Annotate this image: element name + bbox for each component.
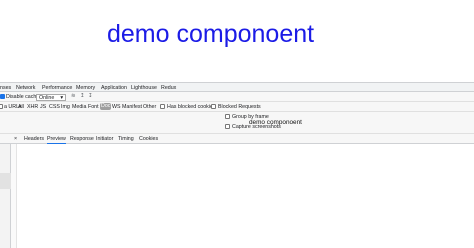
- wifi-icon[interactable]: ≋: [71, 92, 75, 100]
- filter-ws[interactable]: WS: [112, 103, 121, 111]
- devtools-panel: nses Network Performance Memory Applicat…: [0, 82, 474, 248]
- filter-doc-selected[interactable]: Doc: [100, 103, 112, 110]
- tab-preview[interactable]: Preview: [47, 135, 66, 144]
- filter-css[interactable]: CSS: [49, 103, 60, 111]
- filter-media[interactable]: Media: [72, 103, 86, 111]
- request-list[interactable]: [0, 144, 11, 248]
- tab-lighthouse[interactable]: Lighthouse: [131, 84, 157, 92]
- tab-application[interactable]: Application: [101, 84, 127, 92]
- filter-font[interactable]: Font: [88, 103, 99, 111]
- devtools-panel-tabs: nses Network Performance Memory Applicat…: [0, 82, 474, 93]
- network-toolbar: Disable cache Online ▾ ≋ ↥ ↧: [0, 92, 474, 102]
- tab-redux[interactable]: Redux: [161, 84, 176, 92]
- import-har-icon[interactable]: ↥: [80, 92, 84, 100]
- has-blocked-cookies-checkbox[interactable]: [160, 104, 165, 109]
- tab-response[interactable]: Response: [70, 135, 94, 143]
- tab-timing[interactable]: Timing: [118, 135, 134, 143]
- request-detail-tabs: × Headers Preview Response Initiator Tim…: [0, 134, 474, 144]
- group-by-frame-checkbox[interactable]: [225, 114, 230, 119]
- tab-memory[interactable]: Memory: [76, 84, 95, 92]
- throttling-select[interactable]: Online ▾: [36, 93, 66, 101]
- disable-cache-label: Disable cache: [6, 94, 40, 100]
- filter-other[interactable]: Other: [143, 103, 156, 111]
- preview-content: demo componoent: [249, 119, 302, 126]
- tab-cookies[interactable]: Cookies: [139, 135, 158, 143]
- filter-xhr[interactable]: XHR: [27, 103, 38, 111]
- capture-screenshots-checkbox[interactable]: [225, 124, 230, 129]
- export-har-icon[interactable]: ↧: [88, 92, 92, 100]
- selected-request-row[interactable]: [0, 173, 11, 189]
- tab-initiator[interactable]: Initiator: [96, 135, 113, 143]
- has-blocked-cookies-label: Has blocked cookies: [167, 104, 216, 110]
- tab-headers[interactable]: Headers: [24, 135, 44, 143]
- blocked-requests-checkbox[interactable]: [211, 104, 216, 109]
- throttling-value: Online: [39, 94, 55, 101]
- filter-bar: a URLs All XHR JS CSS Img Media Font Doc…: [0, 102, 474, 112]
- blocked-requests-label: Blocked Requests: [218, 104, 261, 110]
- filter-manifest[interactable]: Manifest: [122, 103, 142, 111]
- hide-data-urls-checkbox[interactable]: [0, 104, 3, 109]
- close-icon[interactable]: ×: [14, 135, 17, 143]
- filter-img[interactable]: Img: [61, 103, 70, 111]
- disable-cache-checkbox[interactable]: [0, 94, 5, 99]
- preview-gutter: [11, 144, 17, 248]
- filter-all[interactable]: All: [18, 103, 24, 111]
- tab-performance[interactable]: Performance: [42, 84, 72, 92]
- filter-js[interactable]: JS: [40, 103, 46, 111]
- tab-sources[interactable]: nses: [0, 84, 11, 92]
- network-settings: Group by frame Capture screenshots: [0, 112, 474, 134]
- chevron-down-icon: ▾: [60, 94, 63, 101]
- page-heading: demo componoent: [107, 20, 315, 48]
